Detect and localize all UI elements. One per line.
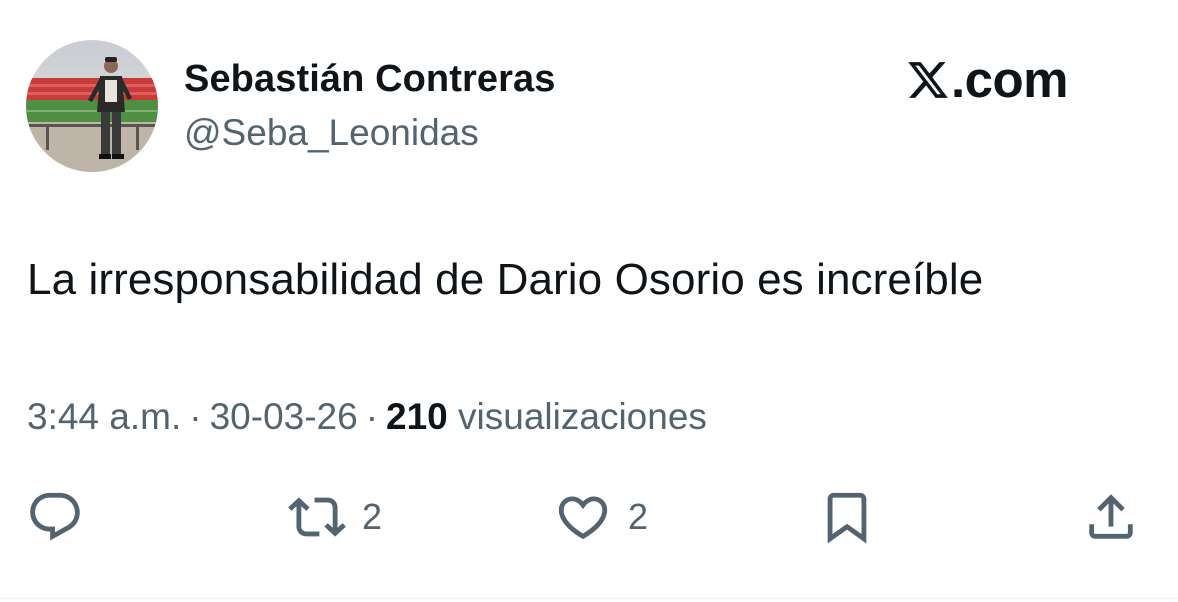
retweet-count: 2 bbox=[362, 496, 383, 537]
meta-separator: · bbox=[189, 396, 202, 437]
retweet-button[interactable]: 2 bbox=[288, 488, 382, 546]
brand-label: .com bbox=[951, 51, 1069, 108]
x-logo-icon bbox=[906, 58, 950, 102]
author-handle[interactable]: @Seba_Leonidas bbox=[184, 111, 479, 155]
heart-icon bbox=[558, 496, 608, 540]
tweet-card: Sebastián Contreras @Seba_Leonidas .com … bbox=[0, 0, 1178, 602]
bookmark-icon bbox=[827, 492, 867, 544]
like-count: 2 bbox=[628, 496, 649, 537]
reply-icon bbox=[30, 492, 80, 541]
tweet-time[interactable]: 3:44 a.m. bbox=[27, 396, 181, 437]
reply-button[interactable] bbox=[26, 488, 84, 546]
bookmark-button[interactable] bbox=[818, 488, 876, 546]
views-label: visualizaciones bbox=[458, 396, 707, 437]
share-icon bbox=[1089, 494, 1133, 539]
bottom-divider bbox=[0, 598, 1178, 599]
like-button[interactable]: 2 bbox=[554, 488, 648, 546]
tweet-text: La irresponsabilidad de Dario Osorio es … bbox=[27, 255, 984, 304]
share-button[interactable] bbox=[1082, 488, 1140, 546]
author-display-name[interactable]: Sebastián Contreras bbox=[184, 56, 555, 102]
views-count: 210 bbox=[386, 396, 448, 437]
avatar[interactable] bbox=[26, 40, 158, 172]
tweet-meta: 3:44 a.m. · 30-03-26 · 210 visualizaciones bbox=[27, 394, 707, 440]
avatar-photo-icon bbox=[26, 40, 158, 172]
brand-watermark: .com bbox=[906, 50, 1069, 110]
retweet-icon bbox=[288, 497, 346, 537]
tweet-date[interactable]: 30-03-26 bbox=[210, 396, 358, 437]
meta-separator: · bbox=[365, 396, 379, 437]
